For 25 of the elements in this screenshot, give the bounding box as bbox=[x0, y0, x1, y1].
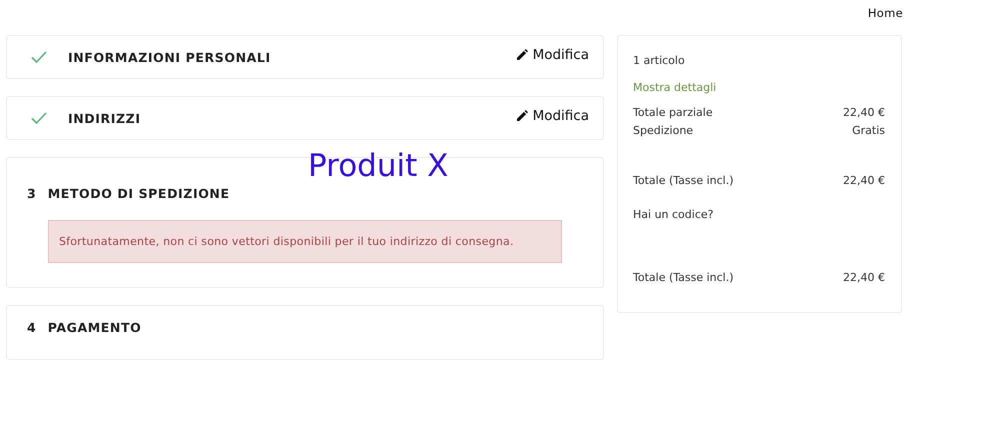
step-title: PAGAMENTO bbox=[48, 320, 142, 334]
step-number: 4 bbox=[27, 320, 36, 334]
line-value: Gratis bbox=[852, 124, 885, 137]
line-label: Spedizione bbox=[633, 124, 694, 137]
item-count: 1 articolo bbox=[633, 54, 686, 67]
edit-link[interactable]: Modifica bbox=[516, 108, 589, 124]
step-title: INFORMAZIONI PERSONALI bbox=[68, 50, 271, 64]
check-icon bbox=[31, 51, 47, 63]
total-label: Totale (Tasse incl.) bbox=[633, 174, 734, 187]
error-alert: Sfortunatamente, non ci sono vettori disponibili per il tuo indirizzo di consegna. bbox=[48, 220, 562, 263]
total-label: Totale (Tasse incl.) bbox=[633, 271, 734, 284]
pencil-icon bbox=[516, 110, 528, 121]
line-label: Totale parziale bbox=[633, 106, 713, 119]
step-title: METODO DI SPEDIZIONE bbox=[48, 186, 230, 201]
home-link[interactable]: Home bbox=[868, 6, 903, 20]
step-number: 3 bbox=[27, 186, 36, 201]
pencil-icon bbox=[516, 49, 528, 60]
annotation-text: Produit X bbox=[308, 148, 448, 184]
step-title: INDIRIZZI bbox=[68, 110, 141, 126]
edit-link[interactable]: Modifica bbox=[516, 46, 589, 62]
line-value: 22,40 € bbox=[843, 106, 885, 119]
total-value: 22,40 € bbox=[843, 271, 885, 284]
total-value: 22,40 € bbox=[843, 174, 885, 187]
promo-code-link[interactable]: Hai un codice? bbox=[633, 208, 885, 221]
check-icon bbox=[31, 112, 47, 124]
